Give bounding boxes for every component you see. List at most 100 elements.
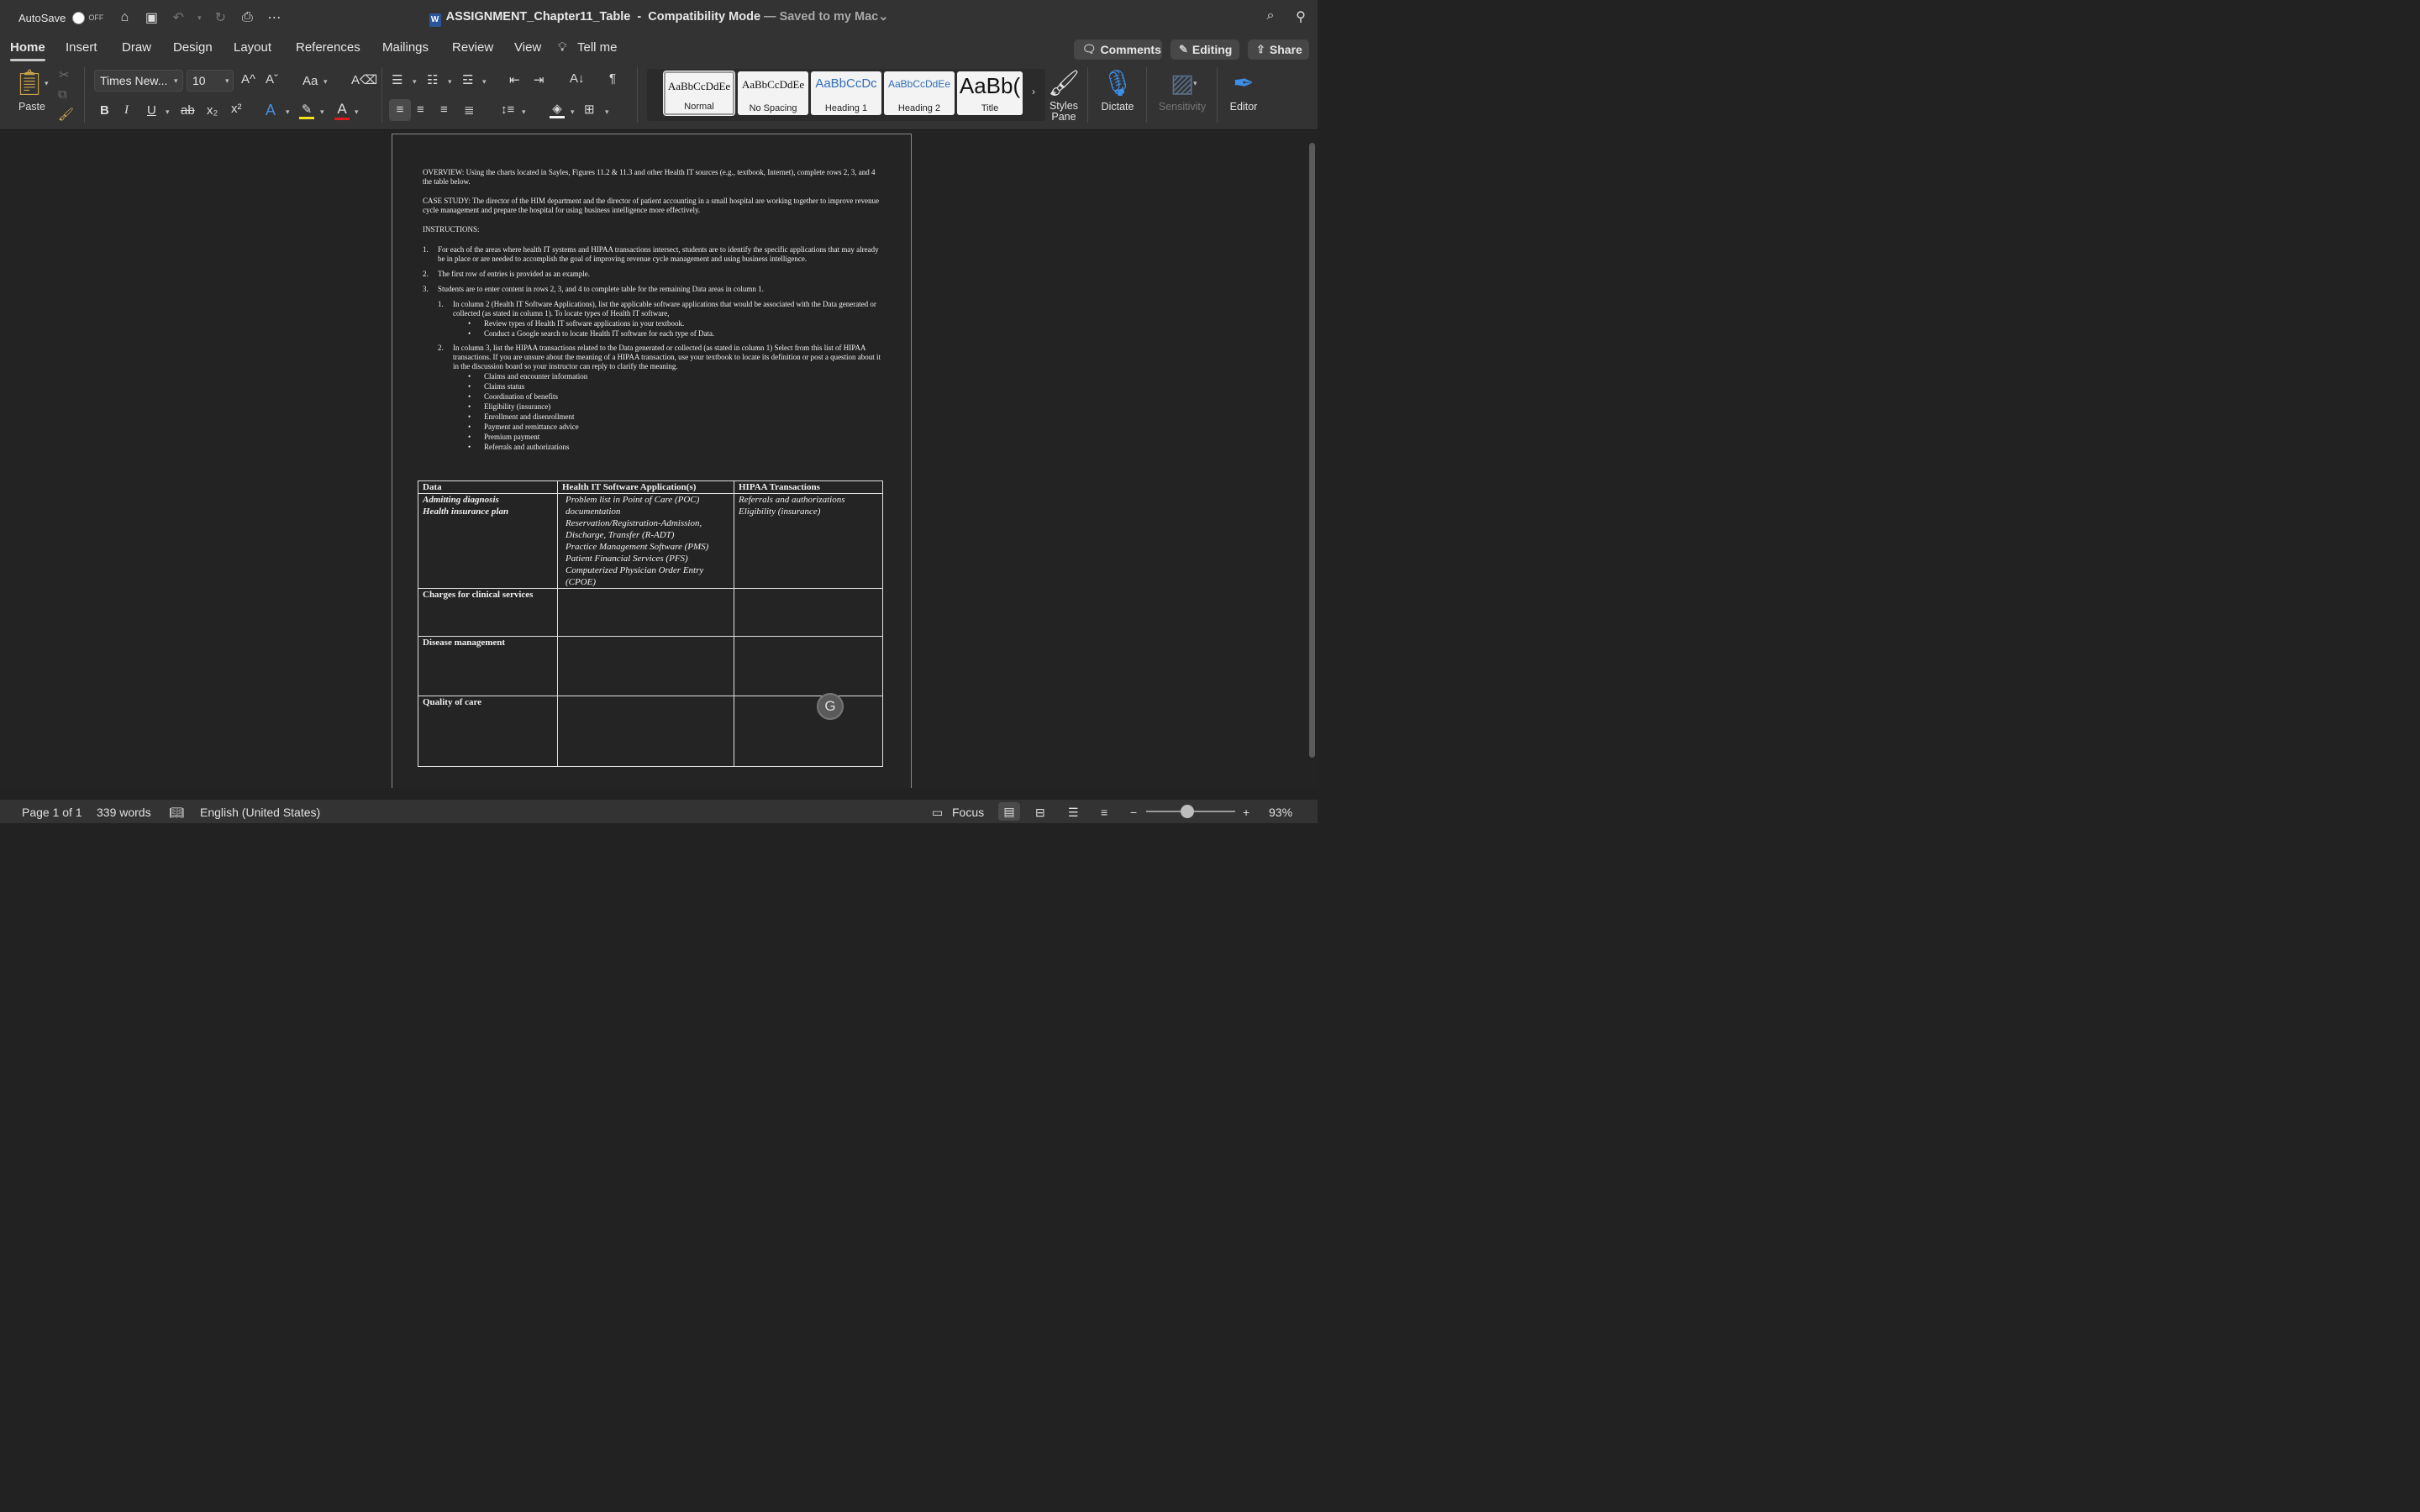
grow-font-icon[interactable]: A^ [241, 72, 255, 87]
cut-icon[interactable]: ✂ [59, 67, 70, 82]
zoom-in-icon[interactable]: + [1243, 806, 1249, 819]
subscript-icon[interactable]: x₂ [207, 103, 218, 118]
tab-view[interactable]: View [514, 40, 541, 55]
multilevel-list-icon[interactable]: ☲ [462, 72, 473, 87]
tab-mailings[interactable]: Mailings [382, 40, 429, 55]
document-body[interactable]: OVERVIEW: Using the charts located in Sa… [423, 168, 881, 453]
document-page[interactable]: OVERVIEW: Using the charts located in Sa… [392, 134, 912, 788]
focus-icon[interactable]: ▭ [932, 806, 943, 820]
sensitivity-button[interactable]: ▨ Sensitivity [1155, 67, 1210, 113]
outline-view-icon[interactable]: ☰ [1068, 806, 1079, 820]
italic-icon[interactable]: I [124, 103, 129, 118]
search-icon[interactable]: ⌕ [1262, 8, 1279, 25]
shading-icon[interactable]: ◈ [550, 101, 565, 118]
account-icon[interactable]: ⚲ [1292, 8, 1309, 25]
share-button[interactable]: ⇪ Share [1248, 39, 1309, 60]
style-heading-1[interactable]: AaBbCcDc Heading 1 [811, 71, 881, 115]
tab-draw[interactable]: Draw [122, 40, 151, 55]
gallery-more-icon[interactable]: › [1032, 86, 1035, 97]
shrink-font-icon[interactable]: Aˇ [266, 72, 278, 87]
style-title[interactable]: AaBb( Title [957, 71, 1023, 115]
web-layout-icon[interactable]: ⊟ [1035, 806, 1045, 820]
table-cell[interactable]: Admitting diagnosis Health insurance pla… [418, 493, 558, 589]
paste-label[interactable]: Paste [18, 101, 45, 113]
sort-icon[interactable]: A↓ [570, 71, 585, 86]
tab-references[interactable]: References [296, 40, 360, 55]
assignment-table[interactable]: Data Health IT Software Application(s) H… [418, 480, 883, 767]
format-painter-icon[interactable]: 🖌︎ [58, 107, 74, 122]
draft-view-icon[interactable]: ≡ [1101, 806, 1107, 819]
language-status[interactable]: English (United States) [200, 806, 320, 819]
undo-icon[interactable]: ↶ [169, 8, 187, 27]
font-name-dropdown-icon[interactable]: ▾ [174, 76, 178, 86]
comments-button[interactable]: 🗨︎ Comments [1074, 39, 1162, 60]
undo-dropdown-icon[interactable]: ▾ [196, 8, 203, 27]
home-icon[interactable]: ⌂ [115, 8, 134, 27]
style-heading-2[interactable]: AaBbCcDdEe Heading 2 [884, 71, 955, 115]
tab-review[interactable]: Review [452, 40, 493, 55]
proofing-icon[interactable]: 📖︎ [169, 806, 184, 820]
highlight-icon[interactable]: ✎ [299, 102, 314, 119]
show-formatting-icon[interactable]: ¶ [609, 71, 616, 86]
paste-dropdown-icon[interactable]: ▾ [45, 79, 49, 88]
numbering-dropdown-icon[interactable]: ▾ [448, 77, 452, 87]
numbering-icon[interactable]: ☷ [427, 72, 438, 87]
copy-icon[interactable]: ⧉ [58, 87, 67, 102]
change-case-icon[interactable]: Aa [302, 74, 318, 88]
dictate-button[interactable]: 🎙︎ Dictate [1097, 67, 1139, 113]
print-layout-icon[interactable]: ▤ [998, 802, 1020, 821]
clear-formatting-icon[interactable]: A⌫ [351, 72, 377, 87]
scrollbar-thumb[interactable] [1309, 143, 1315, 758]
table-cell[interactable] [557, 696, 734, 767]
tab-design[interactable]: Design [173, 40, 213, 55]
bold-icon[interactable]: B [100, 103, 109, 118]
table-cell[interactable] [557, 636, 734, 696]
table-cell[interactable] [734, 696, 883, 767]
shading-dropdown-icon[interactable]: ▾ [571, 108, 575, 117]
justify-icon[interactable]: ≣ [464, 102, 475, 118]
table-cell[interactable] [734, 636, 883, 696]
table-cell[interactable]: Referrals and authorizations Eligibility… [734, 493, 883, 589]
print-icon[interactable]: ⎙ [238, 8, 256, 27]
tell-me[interactable]: Tell me [577, 40, 618, 55]
redo-icon[interactable]: ↻ [211, 8, 229, 27]
tab-layout[interactable]: Layout [234, 40, 271, 55]
font-color-icon[interactable]: A [334, 101, 350, 120]
line-spacing-dropdown-icon[interactable]: ▾ [522, 108, 526, 117]
change-case-dropdown-icon[interactable]: ▾ [324, 77, 328, 87]
borders-dropdown-icon[interactable]: ▾ [605, 108, 609, 117]
style-normal[interactable]: AaBbCcDdEe Normal [663, 71, 735, 116]
editor-button[interactable]: ✒︎ Editor [1225, 67, 1262, 113]
text-effects-dropdown-icon[interactable]: ▾ [286, 108, 290, 117]
font-name-select[interactable]: Times New... [94, 70, 183, 92]
zoom-level[interactable]: 93% [1269, 806, 1292, 819]
saved-status[interactable]: — Saved to my Mac [764, 10, 878, 24]
underline-icon[interactable]: U [147, 103, 156, 118]
zoom-slider-thumb[interactable] [1181, 805, 1194, 818]
multilevel-dropdown-icon[interactable]: ▾ [482, 77, 487, 87]
page-count[interactable]: Page 1 of 1 [22, 806, 82, 819]
clipboard-icon[interactable]: 📋︎ [13, 67, 45, 99]
table-cell[interactable]: Charges for clinical services [418, 588, 558, 637]
bullets-dropdown-icon[interactable]: ▾ [413, 77, 417, 87]
superscript-icon[interactable]: x² [231, 102, 242, 116]
grammarly-icon[interactable]: G [817, 693, 844, 720]
chevron-down-icon[interactable]: ⌄ [878, 10, 888, 24]
table-cell[interactable]: Quality of care [418, 696, 558, 767]
tab-home[interactable]: Home [10, 40, 45, 61]
table-cell[interactable] [557, 588, 734, 637]
table-header[interactable]: Health IT Software Application(s) [557, 480, 734, 494]
document-canvas[interactable]: OVERVIEW: Using the charts located in Sa… [0, 130, 1318, 788]
focus-label[interactable]: Focus [952, 806, 984, 819]
align-right-icon[interactable]: ≡ [440, 102, 448, 117]
save-icon[interactable]: ▣ [142, 8, 160, 27]
bullets-icon[interactable]: ☰ [392, 72, 402, 87]
table-cell[interactable]: Disease management [418, 636, 558, 696]
autosave-toggle[interactable]: OFF [72, 11, 103, 24]
increase-indent-icon[interactable]: ⇥ [534, 72, 544, 87]
borders-icon[interactable]: ⊞ [584, 102, 595, 117]
zoom-out-icon[interactable]: − [1130, 806, 1137, 819]
highlight-dropdown-icon[interactable]: ▾ [320, 108, 324, 117]
table-cell[interactable] [734, 588, 883, 637]
decrease-indent-icon[interactable]: ⇤ [509, 72, 520, 87]
